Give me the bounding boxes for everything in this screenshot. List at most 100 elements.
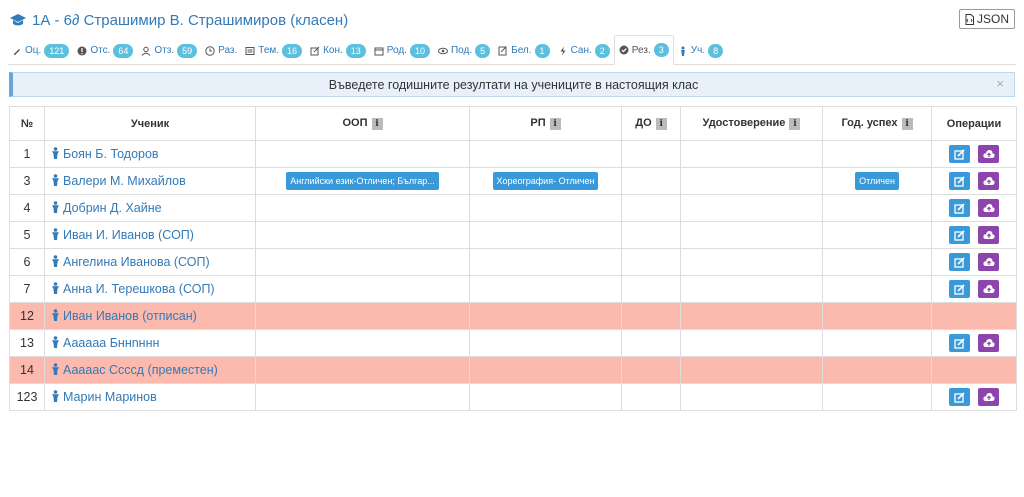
edit-button[interactable] bbox=[949, 253, 970, 271]
certificate-cell bbox=[680, 329, 823, 357]
student-name-link[interactable]: Иван И. Иванов (СОП) bbox=[44, 221, 256, 249]
row-number: 12 bbox=[9, 302, 45, 330]
student-name-link[interactable]: Анна И. Терешкова (СОП) bbox=[44, 275, 256, 303]
student-icon bbox=[52, 174, 59, 186]
success-cell bbox=[822, 248, 932, 276]
tab-5[interactable]: Кон. 13 bbox=[306, 37, 370, 64]
certificate-cell bbox=[680, 248, 823, 276]
col-do: ДО i bbox=[621, 106, 681, 141]
do-cell bbox=[621, 140, 681, 168]
student-name-link[interactable]: Добрин Д. Хайне bbox=[44, 194, 256, 222]
tab-count-badge: 3 bbox=[653, 43, 669, 57]
tab-1[interactable]: Отс. 64 bbox=[73, 37, 137, 64]
tab-9[interactable]: Сан. 2 bbox=[554, 37, 614, 64]
table-row: 6 Ангелина Иванова (СОП) bbox=[9, 248, 1017, 276]
cloud-upload-icon bbox=[982, 177, 995, 185]
upload-button[interactable] bbox=[978, 334, 999, 352]
json-label: JSON bbox=[976, 12, 1009, 26]
operations-cell bbox=[931, 383, 1017, 411]
rp-result-pill[interactable]: Хореография- Отличен bbox=[492, 172, 599, 190]
tab-3[interactable]: Раз. bbox=[201, 37, 241, 64]
student-name-link[interactable]: Боян Б. Тодоров bbox=[44, 140, 256, 168]
tab-2[interactable]: Отз. 59 bbox=[137, 37, 201, 64]
tab-4[interactable]: Тем. 16 bbox=[241, 37, 306, 64]
do-cell bbox=[621, 167, 681, 195]
student-name-link[interactable]: Иван Иванов (отписан) bbox=[44, 302, 256, 330]
oop-cell bbox=[255, 140, 470, 168]
edit-button[interactable] bbox=[949, 280, 970, 298]
col-oop: ООП i bbox=[255, 106, 470, 141]
info-icon[interactable]: i bbox=[371, 117, 383, 130]
upload-button[interactable] bbox=[978, 253, 999, 271]
certificate-cell bbox=[680, 302, 823, 330]
student-name: Анна И. Терешкова (СОП) bbox=[63, 282, 215, 296]
student-icon bbox=[680, 46, 685, 56]
info-icon[interactable]: i bbox=[655, 117, 667, 130]
success-cell bbox=[822, 194, 932, 222]
operations-cell bbox=[931, 140, 1017, 168]
exclamation-icon bbox=[77, 46, 87, 55]
operations-cell bbox=[931, 275, 1017, 303]
do-cell bbox=[621, 356, 681, 384]
edit-button[interactable] bbox=[949, 199, 970, 217]
student-name: Ангелина Иванова (СОП) bbox=[63, 255, 210, 269]
upload-button[interactable] bbox=[978, 388, 999, 406]
student-icon bbox=[52, 282, 59, 294]
page-title: 1А - 6∂ Страшимир В. Страшимиров (класен… bbox=[32, 11, 349, 29]
col-rp: РП i bbox=[469, 106, 622, 141]
operations-cell bbox=[931, 356, 1017, 384]
row-number: 7 bbox=[9, 275, 45, 303]
oop-result-pill[interactable]: Английски език-Отличен; Българ... bbox=[286, 172, 439, 190]
info-icon[interactable]: i bbox=[901, 117, 913, 130]
success-result-pill[interactable]: Отличен bbox=[855, 172, 899, 190]
oop-cell bbox=[255, 194, 470, 222]
table-row: 123 Марин Маринов bbox=[9, 383, 1017, 411]
edit-icon bbox=[954, 337, 965, 349]
tab-count-badge: 2 bbox=[594, 43, 610, 58]
student-name-link[interactable]: Аааааc Ссссд (преместен) bbox=[44, 356, 256, 384]
tab-11[interactable]: Уч. 8 bbox=[674, 37, 727, 64]
student-name-link[interactable]: Валери М. Михайлов bbox=[44, 167, 256, 195]
col-student: Ученик bbox=[44, 106, 256, 141]
upload-button[interactable] bbox=[978, 280, 999, 298]
tab-label: Сан. bbox=[570, 45, 592, 56]
tab-0[interactable]: Оц. 121 bbox=[8, 37, 73, 64]
close-icon[interactable]: × bbox=[996, 76, 1004, 91]
tab-label: Уч. bbox=[690, 45, 706, 56]
oop-cell: Английски език-Отличен; Българ... bbox=[255, 167, 470, 195]
edit-button[interactable] bbox=[949, 334, 970, 352]
edit-button[interactable] bbox=[949, 388, 970, 406]
table-row: 7 Анна И. Терешкова (СОП) bbox=[9, 275, 1017, 303]
student-icon bbox=[52, 255, 59, 267]
pencil-icon bbox=[14, 48, 20, 55]
rp-cell bbox=[469, 302, 622, 330]
edit-button[interactable] bbox=[949, 172, 970, 190]
upload-button[interactable] bbox=[978, 199, 999, 217]
edit-button[interactable] bbox=[949, 226, 970, 244]
student-name-link[interactable]: Ангелина Иванова (СОП) bbox=[44, 248, 256, 276]
student-icon bbox=[52, 228, 59, 240]
upload-button[interactable] bbox=[978, 226, 999, 244]
cloud-upload-icon bbox=[982, 393, 995, 401]
upload-button[interactable] bbox=[978, 172, 999, 190]
operations-cell bbox=[931, 221, 1017, 249]
upload-button[interactable] bbox=[978, 145, 999, 163]
col-certificate: Удостоверение i bbox=[680, 106, 823, 141]
info-icon[interactable]: i bbox=[549, 117, 561, 130]
tab-label: Кон. bbox=[323, 45, 343, 56]
success-cell bbox=[822, 383, 932, 411]
info-icon[interactable]: i bbox=[789, 117, 801, 130]
table-row: 14 Аааааc Ссссд (преместен) bbox=[9, 356, 1017, 384]
student-name-link[interactable]: Аааааа Бннnннн bbox=[44, 329, 256, 357]
student-name-link[interactable]: Марин Маринов bbox=[44, 383, 256, 411]
tab-7[interactable]: Под. 5 bbox=[434, 37, 494, 64]
do-cell bbox=[621, 248, 681, 276]
tab-6[interactable]: Род. 10 bbox=[370, 37, 434, 64]
tab-8[interactable]: Бел. 1 bbox=[494, 37, 553, 64]
tab-10[interactable]: Рез. 3 bbox=[613, 35, 674, 65]
file-code-icon bbox=[965, 13, 974, 25]
edit-button[interactable] bbox=[949, 145, 970, 163]
success-cell bbox=[822, 221, 932, 249]
json-button[interactable]: JSON bbox=[958, 9, 1015, 29]
operations-cell bbox=[931, 167, 1017, 195]
